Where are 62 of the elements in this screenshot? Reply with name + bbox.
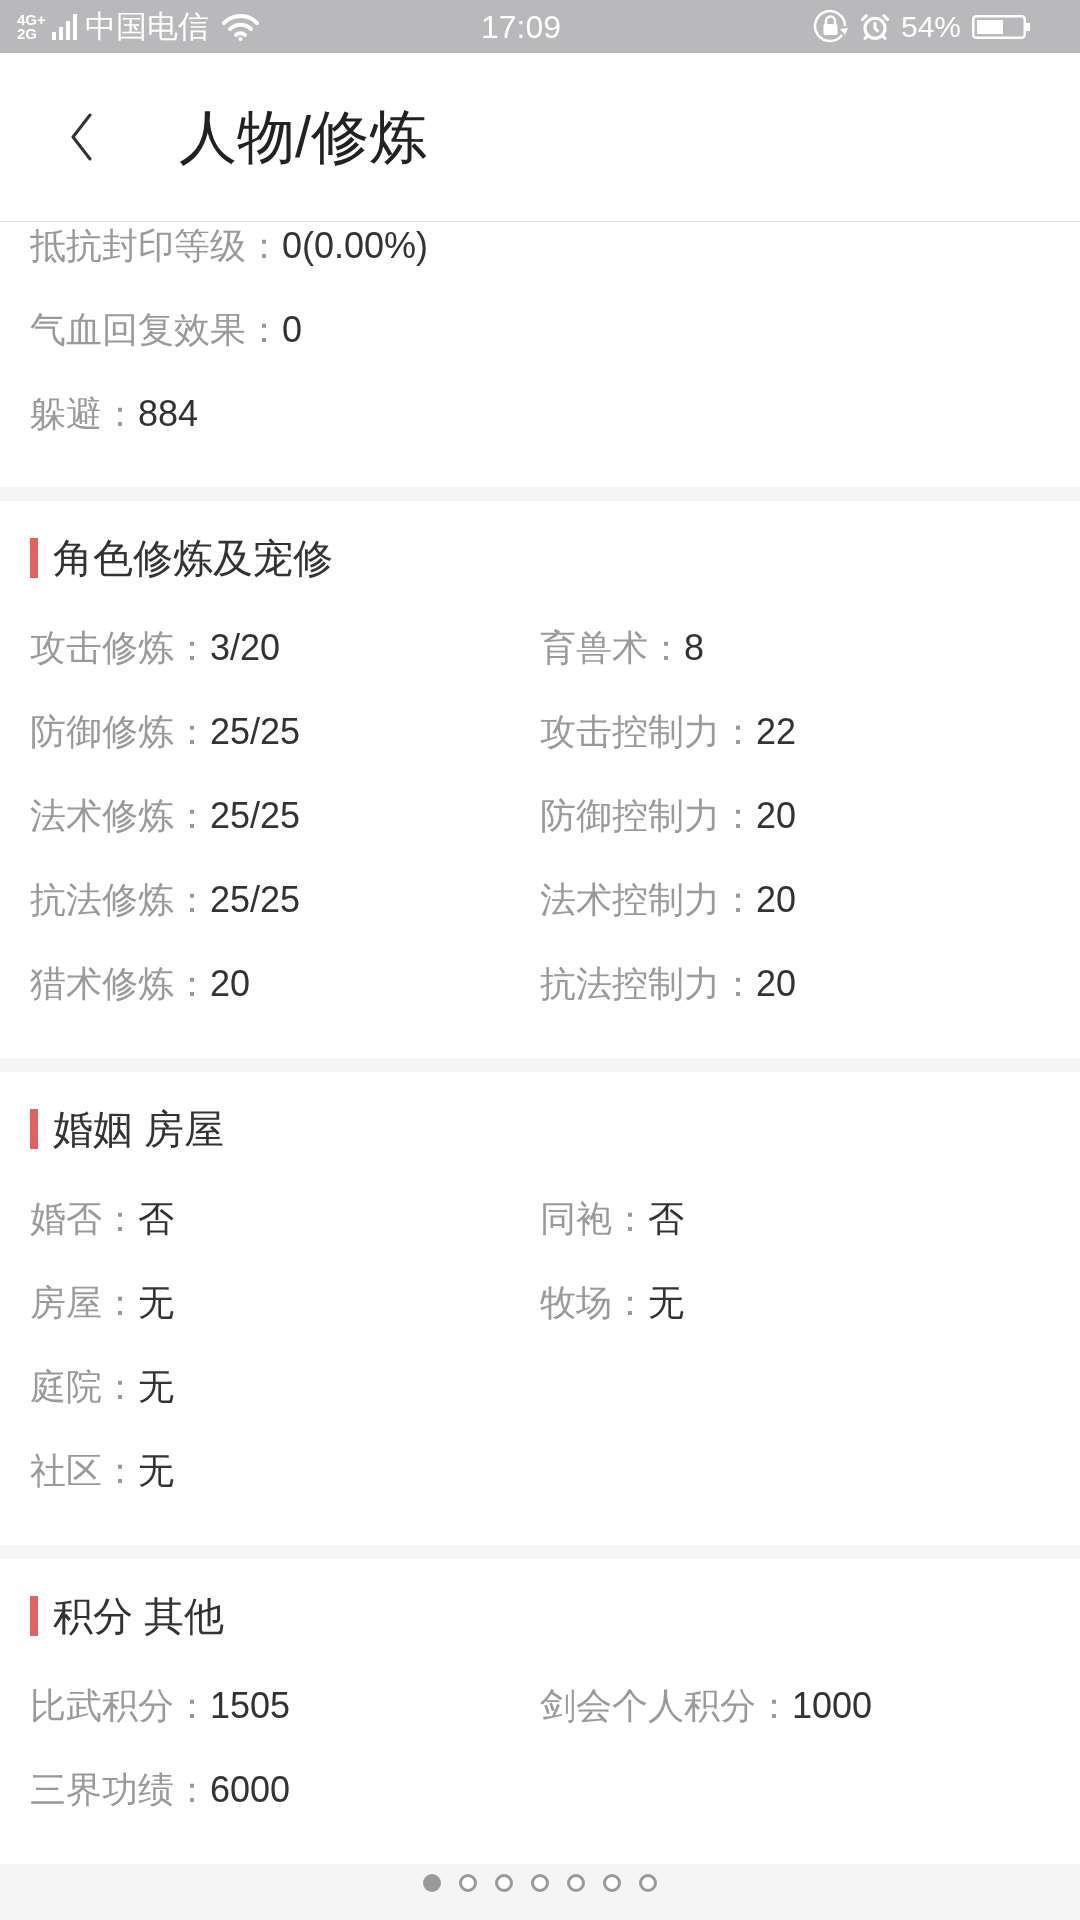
- stat-label: 牧场：: [540, 1283, 648, 1323]
- stat-value: 8: [684, 628, 705, 668]
- stat-value: 20: [210, 964, 251, 1004]
- network-type: 2G: [17, 26, 37, 41]
- stat-label: 攻击修炼：: [30, 628, 210, 668]
- page-title: 人物/修炼: [179, 105, 428, 169]
- stat-label: 攻击控制力：: [540, 712, 756, 752]
- section-marker: [30, 538, 38, 578]
- stat-label: 社区：: [30, 1451, 138, 1491]
- stat-label: 气血回复效果：: [30, 310, 282, 350]
- stat-label: 抵抗封印等级：: [30, 226, 282, 266]
- stat-value: 0: [282, 310, 303, 350]
- network-type: 4G+: [17, 12, 47, 27]
- status-time: 17:09: [481, 8, 562, 45]
- alarm-icon: [859, 11, 890, 42]
- carrier-name: 中国电信: [85, 8, 209, 45]
- back-icon: [70, 113, 92, 161]
- stat-value: 否: [138, 1199, 174, 1239]
- stat-value: 884: [138, 394, 199, 434]
- signal-icon: [52, 13, 79, 40]
- stat-label: 抗法修炼：: [30, 880, 210, 920]
- stat-label: 猎术修炼：: [30, 964, 210, 1004]
- stat-value: 0(0.00%): [282, 226, 429, 266]
- battery-icon: [972, 14, 1030, 39]
- stat-value: 20: [756, 964, 797, 1004]
- stat-label: 同袍：: [540, 1199, 648, 1239]
- stat-value: 无: [648, 1283, 684, 1323]
- stat-label: 三界功绩：: [30, 1770, 210, 1810]
- stat-label: 剑会个人积分：: [540, 1686, 792, 1726]
- section-title: 婚姻 房屋: [53, 1109, 225, 1149]
- stat-label: 抗法控制力：: [540, 964, 756, 1004]
- battery-percentage: 54%: [900, 8, 961, 45]
- stat-label: 防御控制力：: [540, 796, 756, 836]
- stat-value: 20: [756, 880, 797, 920]
- stat-label: 房屋：: [30, 1283, 138, 1323]
- stat-value: 无: [138, 1283, 174, 1323]
- stat-value: 无: [138, 1367, 174, 1407]
- wifi-icon: [222, 12, 259, 41]
- stat-value: 1505: [210, 1686, 291, 1726]
- stat-value: 6000: [210, 1770, 291, 1810]
- stat-value: 20: [756, 796, 797, 836]
- stat-label: 婚否：: [30, 1199, 138, 1239]
- stat-value: 25/25: [210, 796, 301, 836]
- rotation-lock-icon: [811, 8, 849, 45]
- stat-value: 3/20: [210, 628, 281, 668]
- stat-label: 防御修炼：: [30, 712, 210, 752]
- stat-value: 25/25: [210, 880, 301, 920]
- stat-label: 庭院：: [30, 1367, 138, 1407]
- stat-value: 1000: [792, 1686, 873, 1726]
- section-title: 积分 其他: [53, 1596, 225, 1636]
- section-title: 角色修炼及宠修: [53, 538, 333, 578]
- stat-label: 比武积分：: [30, 1686, 210, 1726]
- stat-value: 无: [138, 1451, 174, 1491]
- stat-label: 法术修炼：: [30, 796, 210, 836]
- stat-value: 否: [648, 1199, 684, 1239]
- stat-label: 躲避：: [30, 394, 138, 434]
- section-marker: [30, 1596, 38, 1636]
- stat-value: 25/25: [210, 712, 301, 752]
- stat-value: 22: [756, 712, 797, 752]
- stat-label: 育兽术：: [540, 628, 684, 668]
- stat-label: 法术控制力：: [540, 880, 756, 920]
- section-marker: [30, 1109, 38, 1149]
